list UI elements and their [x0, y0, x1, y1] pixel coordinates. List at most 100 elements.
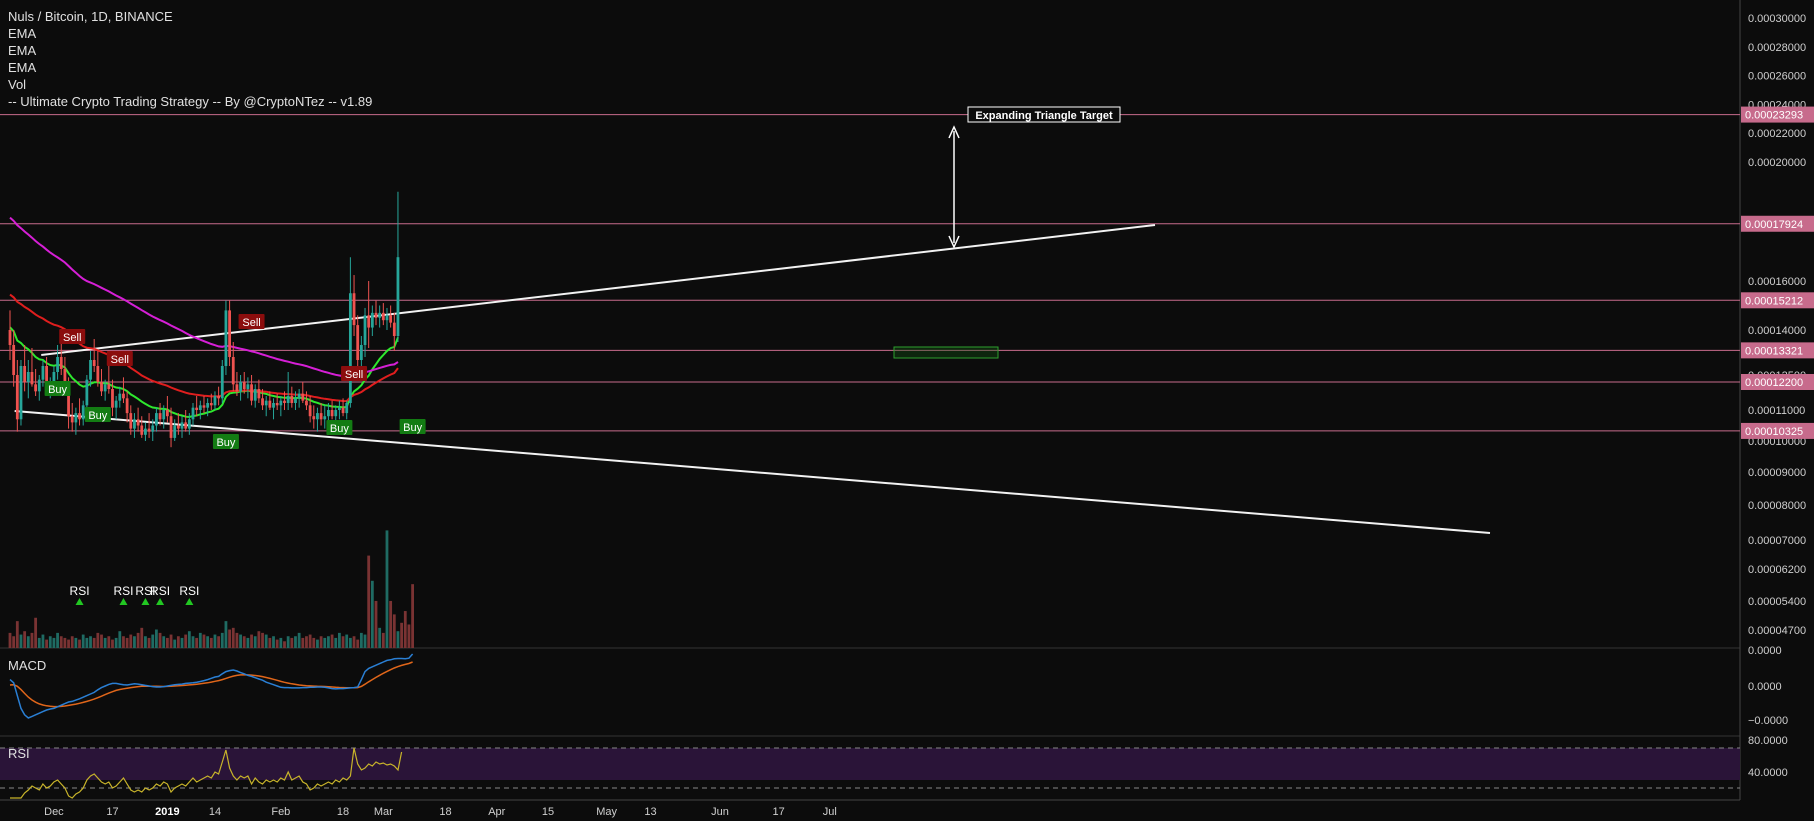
- candle-body: [239, 382, 242, 392]
- rsi-marker-label: RSI: [150, 584, 170, 598]
- legend-ema-3[interactable]: EMA: [8, 59, 372, 76]
- volume-bar: [213, 634, 217, 648]
- candle-body: [374, 312, 378, 318]
- candle-body: [59, 357, 63, 369]
- candle-body: [345, 403, 349, 414]
- volume-bar: [220, 632, 224, 648]
- candle-body: [70, 416, 74, 423]
- price-chart[interactable]: Sell Sell Sell Sell Buy Buy Buy Buy Buy RSI RSI RS…: [0, 0, 1814, 821]
- volume-bar: [59, 636, 63, 648]
- candle-body: [122, 393, 125, 399]
- candle-body: [26, 372, 30, 382]
- candle-body: [180, 422, 184, 429]
- candle-body: [290, 396, 294, 403]
- volume-bar: [30, 632, 34, 648]
- candle-body: [19, 366, 23, 420]
- candle-body: [272, 403, 275, 408]
- volume-bar: [301, 637, 305, 648]
- volume-bar: [96, 632, 100, 648]
- sell-signal-label: Sell: [242, 317, 260, 329]
- volume-bar: [272, 636, 275, 648]
- price-tick-label: 0.00022000: [1748, 128, 1806, 140]
- candle-body: [308, 405, 312, 417]
- candle-body: [209, 403, 213, 406]
- volume-bar: [275, 639, 279, 648]
- candle-body: [279, 400, 283, 406]
- volume-bar: [217, 636, 221, 648]
- time-tick-label: 17: [772, 806, 784, 818]
- volume-bar: [158, 632, 162, 648]
- candle-body: [294, 398, 297, 403]
- candle-body: [198, 405, 202, 410]
- time-tick-label: Dec: [44, 806, 64, 818]
- legend-strategy[interactable]: -- Ultimate Crypto Trading Strategy -- B…: [8, 93, 372, 110]
- volume-bar: [155, 629, 158, 648]
- volume-bar: [180, 637, 184, 648]
- volume-bar: [23, 631, 27, 648]
- volume-bar: [184, 634, 188, 648]
- volume-bar: [378, 627, 382, 648]
- rsi-pane-label[interactable]: RSI: [8, 746, 30, 761]
- time-tick-label: 15: [542, 806, 554, 818]
- macd-tick-label: 0.0000: [1748, 645, 1782, 657]
- candle-body: [147, 428, 151, 432]
- candle-body: [129, 413, 133, 429]
- macd-pane-label[interactable]: MACD: [8, 658, 46, 673]
- time-tick-label: Jun: [711, 806, 729, 818]
- volume-bar: [165, 637, 169, 648]
- volume-bar: [224, 621, 228, 648]
- volume-bar: [176, 636, 180, 648]
- volume-bar: [111, 639, 114, 648]
- volume-bar: [316, 639, 319, 648]
- volume-bar: [209, 637, 213, 648]
- volume-bar: [15, 621, 19, 648]
- candle-body: [125, 398, 129, 414]
- candle-body: [352, 293, 356, 326]
- volume-bar: [129, 634, 133, 648]
- legend-volume[interactable]: Vol: [8, 76, 372, 93]
- volume-bar: [392, 614, 396, 648]
- volume-bar: [297, 632, 301, 648]
- candle-body: [114, 400, 118, 408]
- volume-bar: [345, 634, 349, 648]
- candle-body: [305, 400, 308, 406]
- rsi-marker-label: RSI: [113, 584, 133, 598]
- volume-bar: [381, 632, 385, 648]
- candle-body: [327, 410, 330, 417]
- price-tick-label: 0.00020000: [1748, 157, 1806, 169]
- sell-signal-label: Sell: [111, 354, 129, 366]
- legend-ema-1[interactable]: EMA: [8, 25, 372, 42]
- price-tick-label: 0.00011000: [1748, 405, 1805, 417]
- volume-bar: [231, 627, 235, 648]
- price-tick-label: 0.00028000: [1748, 42, 1806, 54]
- volume-bar: [396, 631, 400, 648]
- volume-bar: [162, 636, 166, 648]
- time-tick-label: 17: [106, 806, 118, 818]
- legend-ema-2[interactable]: EMA: [8, 42, 372, 59]
- volume-bar: [125, 637, 129, 648]
- candle-body: [242, 382, 246, 389]
- volume-bar: [144, 636, 147, 648]
- candle-body: [169, 416, 173, 438]
- candle-body: [81, 405, 85, 420]
- volume-bar: [305, 636, 308, 648]
- candle-body: [100, 382, 103, 392]
- volume-bar: [118, 631, 122, 648]
- time-tick-label: 18: [439, 806, 451, 818]
- volume-bar: [363, 634, 367, 648]
- candle-body: [74, 413, 78, 423]
- volume-bar: [348, 637, 352, 648]
- volume-bar: [286, 636, 290, 648]
- buy-signal-label: Buy: [88, 410, 107, 422]
- candle-body: [15, 375, 19, 420]
- volume-bar: [147, 637, 151, 648]
- candle-body: [92, 360, 96, 366]
- candle-body: [312, 416, 316, 420]
- buy-signal-label: Buy: [403, 422, 422, 434]
- volume-bar: [122, 636, 125, 648]
- candle-body: [41, 366, 45, 380]
- volume-bar: [356, 639, 360, 648]
- volume-bar: [202, 634, 206, 648]
- buy-signal-label: Buy: [330, 423, 349, 435]
- volume-bar: [187, 631, 191, 648]
